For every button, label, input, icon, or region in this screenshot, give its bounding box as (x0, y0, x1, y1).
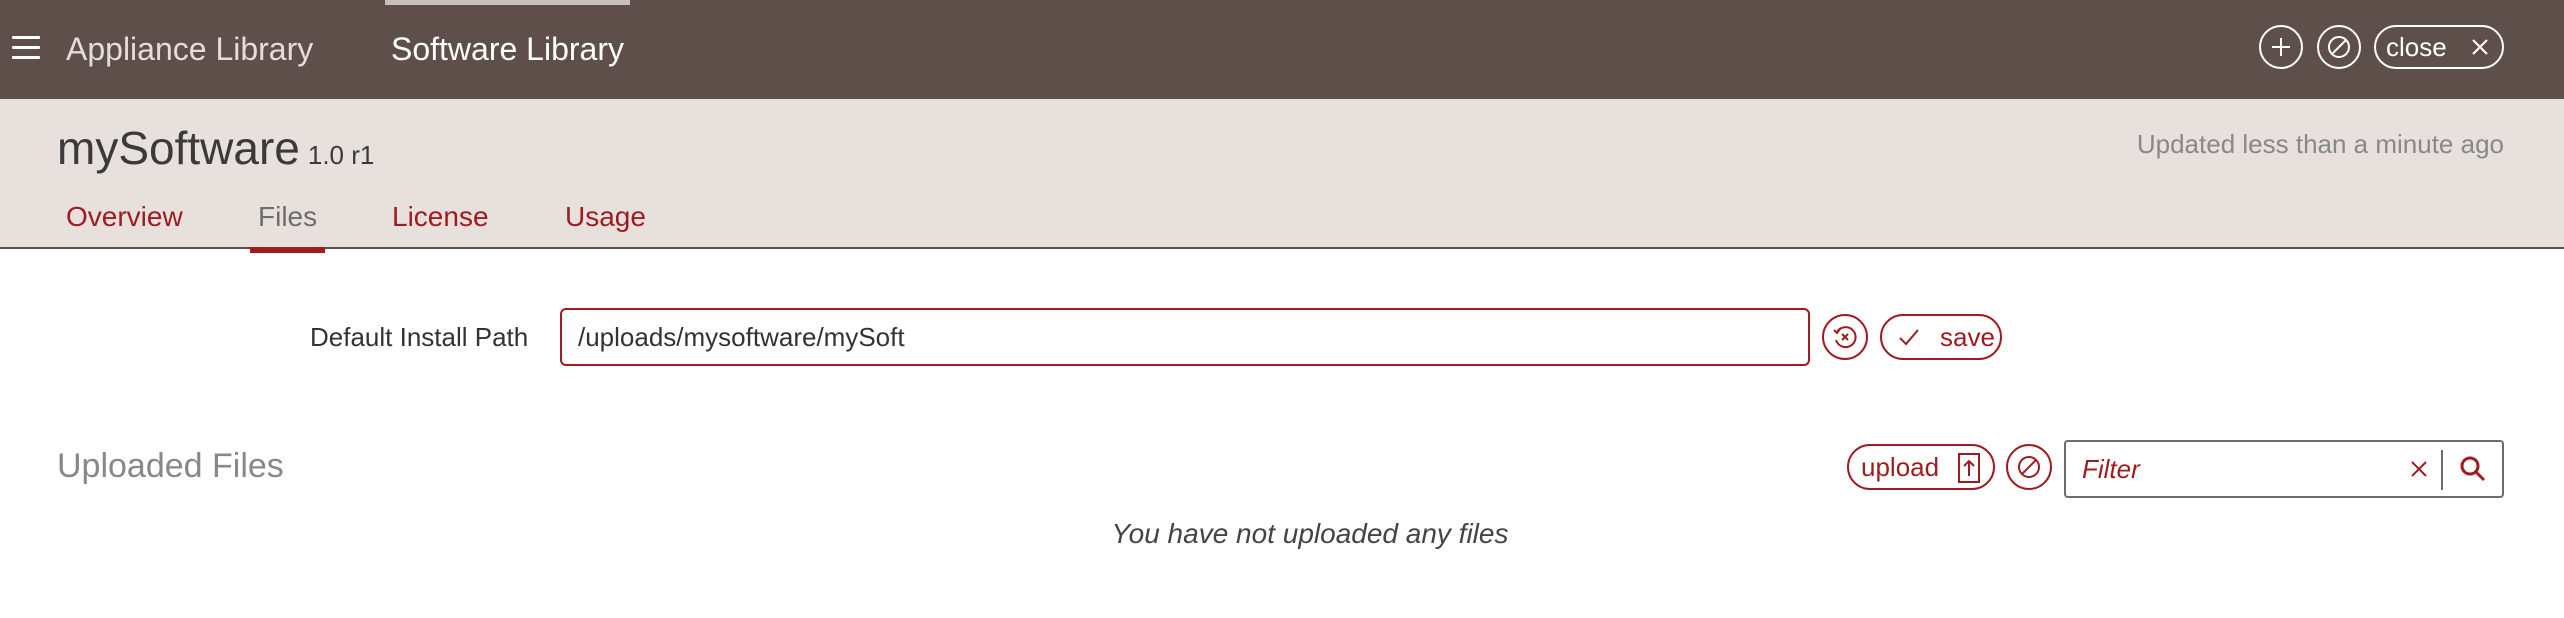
filter-box (2064, 440, 2504, 498)
install-path-input[interactable] (560, 308, 1810, 366)
upload-label: upload (1861, 451, 1940, 482)
nav-tab-appliance-library[interactable]: Appliance Library (66, 0, 313, 99)
page-title: mySoftware 1.0 r1 (57, 121, 374, 175)
ban-icon (2018, 456, 2040, 478)
install-path-label: Default Install Path (310, 322, 529, 352)
tab-license[interactable]: License (392, 201, 489, 233)
software-header: mySoftware 1.0 r1 Updated less than a min… (0, 99, 2564, 253)
nav-tab-software-library[interactable]: Software Library (385, 0, 630, 99)
clear-icon[interactable] (2406, 456, 2432, 482)
ban-icon (2328, 36, 2350, 58)
undo-icon (1833, 326, 1857, 349)
save-label: save (1940, 321, 1995, 352)
tab-files[interactable]: Files (249, 201, 326, 253)
filter-divider (2441, 450, 2443, 490)
tab-overview[interactable]: Overview (66, 201, 183, 233)
close-icon (2472, 39, 2488, 55)
software-version: 1.0 r1 (307, 140, 375, 170)
empty-files-message: You have not uploaded any files (1111, 518, 1509, 549)
top-bar: Appliance Library Software Library close (0, 0, 2564, 99)
upload-icon (1958, 453, 1980, 483)
upload-button[interactable]: upload (1847, 444, 1995, 490)
revert-button[interactable] (1822, 314, 1868, 360)
close-button[interactable]: close (2374, 25, 2504, 69)
add-button[interactable] (2259, 25, 2303, 69)
menu-icon[interactable] (12, 36, 40, 60)
close-label: close (2386, 31, 2447, 62)
software-name: mySoftware (57, 122, 300, 174)
filter-input[interactable] (2066, 442, 2428, 496)
clear-files-button[interactable] (2006, 444, 2052, 490)
cancel-button[interactable] (2317, 25, 2361, 69)
search-icon[interactable] (2458, 454, 2488, 484)
save-button[interactable]: save (1880, 314, 2002, 360)
updated-status: Updated less than a minute ago (2136, 129, 2504, 159)
check-icon (1899, 329, 1919, 346)
uploaded-files-title: Uploaded Files (57, 447, 284, 485)
plus-icon (2272, 38, 2290, 56)
tab-usage[interactable]: Usage (565, 201, 646, 233)
